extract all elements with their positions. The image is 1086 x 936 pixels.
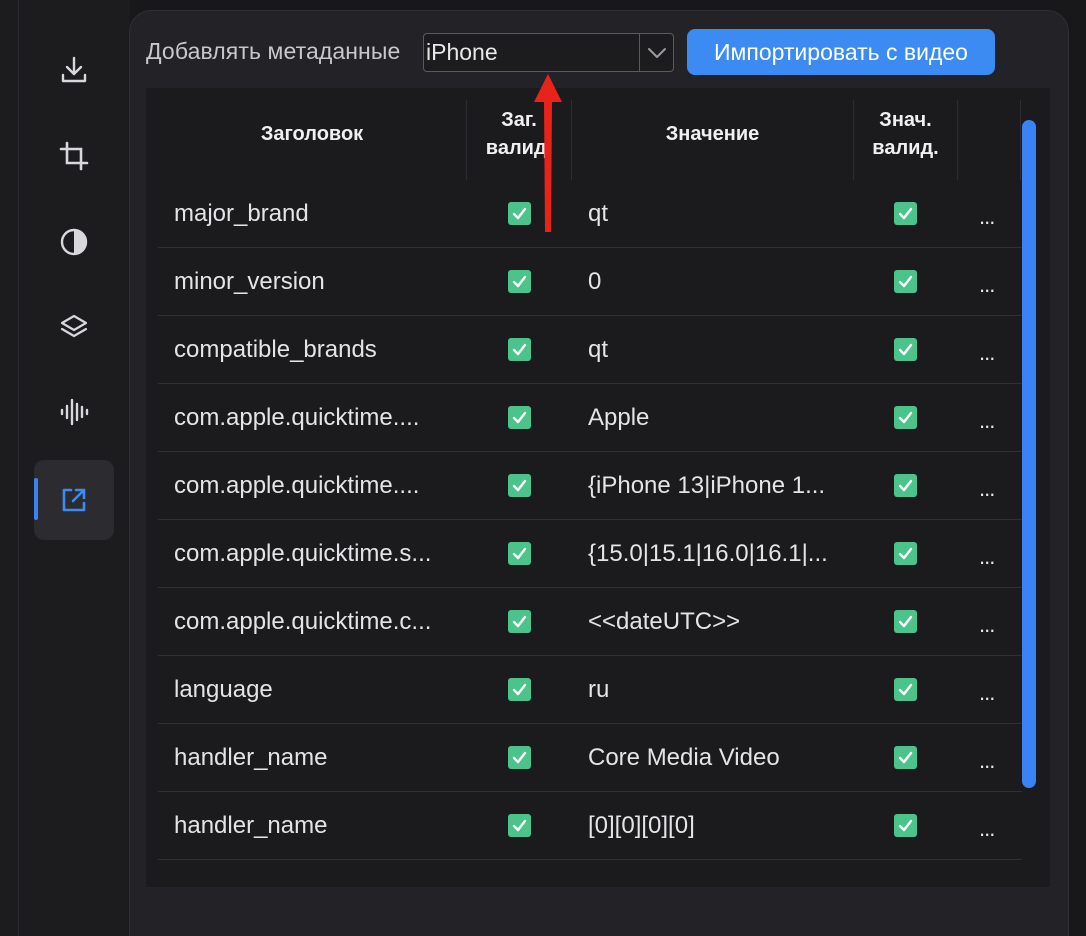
- column-divider: [1020, 100, 1021, 180]
- value-valid-checkbox[interactable]: [894, 610, 917, 633]
- cell-value[interactable]: qt: [588, 180, 608, 247]
- table-row[interactable]: handler_name Core Media Video...: [158, 724, 1022, 792]
- cell-value[interactable]: <<dateUTC>>: [588, 588, 740, 655]
- import-from-video-button[interactable]: Импортировать с видео: [687, 29, 995, 75]
- table-row[interactable]: com.apple.quicktime.... Apple...: [158, 384, 1022, 452]
- row-more-button[interactable]: ...: [979, 180, 995, 247]
- cell-key[interactable]: compatible_brands: [174, 316, 377, 383]
- sidebar-item-audio[interactable]: [34, 372, 114, 452]
- key-valid-checkbox[interactable]: [508, 746, 531, 769]
- value-valid-checkbox[interactable]: [894, 678, 917, 701]
- value-valid-checkbox[interactable]: [894, 270, 917, 293]
- cell-value[interactable]: 0: [588, 248, 601, 315]
- value-valid-checkbox[interactable]: [894, 406, 917, 429]
- row-more-button[interactable]: ...: [979, 452, 995, 519]
- metadata-table: Заголовок Заг. валид. Значение Знач. вал…: [146, 88, 1050, 887]
- cell-value[interactable]: ru: [588, 656, 609, 723]
- sidebar-item-color[interactable]: [34, 202, 114, 282]
- cell-key[interactable]: handler_name: [174, 792, 327, 859]
- row-more-button[interactable]: ...: [979, 792, 995, 859]
- table-row[interactable]: com.apple.quicktime.... {iPhone 13|iPhone…: [158, 452, 1022, 520]
- key-valid-checkbox[interactable]: [508, 474, 531, 497]
- key-valid-checkbox[interactable]: [508, 338, 531, 361]
- column-header-value-valid[interactable]: Знач. валид.: [854, 88, 957, 180]
- column-header-value[interactable]: Значение: [572, 88, 853, 180]
- sidebar: [0, 0, 130, 936]
- download-icon: [61, 56, 87, 83]
- cell-key[interactable]: com.apple.quicktime....: [174, 384, 419, 451]
- value-valid-checkbox[interactable]: [894, 338, 917, 361]
- cell-key[interactable]: language: [174, 656, 273, 723]
- cell-value[interactable]: qt: [588, 316, 608, 383]
- layers-icon: [60, 314, 88, 338]
- table-row[interactable]: com.apple.quicktime.c... <<dateUTC>>...: [158, 588, 1022, 656]
- cell-value[interactable]: [0][0][0][0]: [588, 792, 695, 859]
- value-valid-checkbox[interactable]: [894, 746, 917, 769]
- column-divider: [957, 100, 958, 180]
- row-more-button[interactable]: ...: [979, 316, 995, 383]
- value-valid-checkbox[interactable]: [894, 814, 917, 837]
- table-header: Заголовок Заг. валид. Значение Знач. вал…: [158, 88, 1022, 180]
- cell-value[interactable]: Apple: [588, 384, 649, 451]
- audio-waveform-icon: [60, 398, 89, 426]
- row-more-button[interactable]: ...: [979, 384, 995, 451]
- table-row[interactable]: major_brand qt...: [158, 180, 1022, 248]
- table-row[interactable]: language ru...: [158, 656, 1022, 724]
- key-valid-checkbox[interactable]: [508, 542, 531, 565]
- cell-key[interactable]: minor_version: [174, 248, 325, 315]
- table-row[interactable]: handler_name [0][0][0][0]...: [158, 792, 1022, 860]
- row-more-button[interactable]: ...: [979, 520, 995, 587]
- crop-icon: [59, 141, 89, 171]
- add-metadata-label: Добавлять метаданные: [146, 38, 401, 64]
- cell-key[interactable]: major_brand: [174, 180, 309, 247]
- cell-value[interactable]: {15.0|15.1|16.0|16.1|...: [588, 520, 828, 587]
- sidebar-item-export[interactable]: [34, 30, 114, 110]
- cell-value[interactable]: Core Media Video: [588, 724, 780, 791]
- key-valid-checkbox[interactable]: [508, 678, 531, 701]
- sidebar-item-layers[interactable]: [34, 286, 114, 366]
- external-link-icon: [62, 488, 86, 512]
- preset-select-value: iPhone: [426, 39, 498, 65]
- key-valid-checkbox[interactable]: [508, 270, 531, 293]
- sidebar-item-metadata[interactable]: [34, 460, 114, 540]
- cell-key[interactable]: com.apple.quicktime....: [174, 452, 419, 519]
- key-valid-checkbox[interactable]: [508, 814, 531, 837]
- sidebar-divider: [18, 0, 19, 936]
- row-more-button[interactable]: ...: [979, 724, 995, 791]
- sidebar-item-crop[interactable]: [34, 116, 114, 196]
- row-more-button[interactable]: ...: [979, 656, 995, 723]
- column-header-key[interactable]: Заголовок: [158, 88, 466, 180]
- value-valid-checkbox[interactable]: [894, 542, 917, 565]
- key-valid-checkbox[interactable]: [508, 610, 531, 633]
- key-valid-checkbox[interactable]: [508, 406, 531, 429]
- contrast-icon: [60, 228, 88, 256]
- value-valid-checkbox[interactable]: [894, 474, 917, 497]
- app-window: Добавлять метаданные iPhone Импортироват…: [0, 0, 1086, 936]
- cell-value[interactable]: {iPhone 13|iPhone 1...: [588, 452, 825, 519]
- row-more-button[interactable]: ...: [979, 248, 995, 315]
- cell-key[interactable]: handler_name: [174, 724, 327, 791]
- cell-key[interactable]: com.apple.quicktime.s...: [174, 520, 431, 587]
- cell-key[interactable]: com.apple.quicktime.c...: [174, 588, 431, 655]
- table-scrollbar[interactable]: [1022, 120, 1036, 788]
- table-row[interactable]: compatible_brands qt...: [158, 316, 1022, 384]
- active-indicator: [34, 478, 38, 520]
- table-row[interactable]: com.apple.quicktime.s... {15.0|15.1|16.0|…: [158, 520, 1022, 588]
- value-valid-checkbox[interactable]: [894, 202, 917, 225]
- row-more-button[interactable]: ...: [979, 588, 995, 655]
- table-row[interactable]: minor_version 0...: [158, 248, 1022, 316]
- annotation-arrow-icon: [534, 74, 562, 232]
- preset-select[interactable]: iPhone: [423, 33, 674, 72]
- chevron-down-icon[interactable]: [640, 34, 673, 71]
